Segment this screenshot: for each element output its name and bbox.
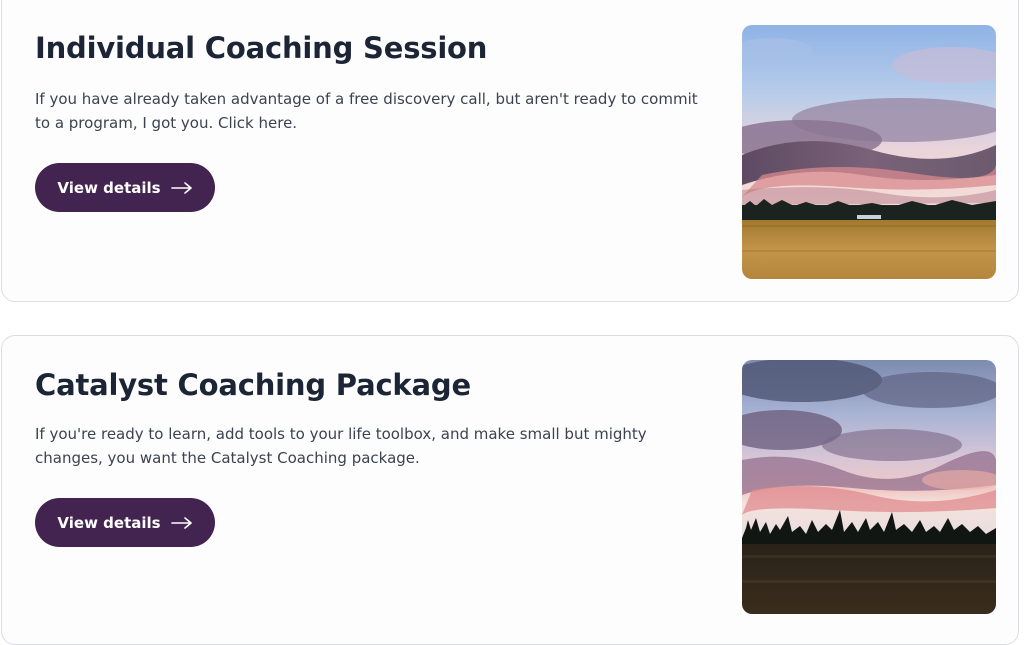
view-details-button[interactable]: View details (35, 498, 215, 547)
offering-card-individual: Individual Coaching Session If you have … (1, 0, 1019, 302)
button-label: View details (57, 513, 161, 532)
offering-card-catalyst: Catalyst Coaching Package If you're read… (1, 335, 1019, 645)
sunset-field-photo (742, 25, 996, 279)
card-description: If you have already taken advantage of a… (35, 90, 698, 132)
sunset-treeline-photo (742, 360, 996, 614)
card-title: Individual Coaching Session (35, 31, 488, 65)
arrow-right-icon (170, 181, 193, 194)
view-details-button[interactable]: View details (35, 163, 215, 212)
card-title: Catalyst Coaching Package (35, 368, 471, 402)
card-description: If you're ready to learn, add tools to y… (35, 425, 647, 467)
button-label: View details (57, 178, 161, 197)
arrow-right-icon (170, 516, 193, 529)
